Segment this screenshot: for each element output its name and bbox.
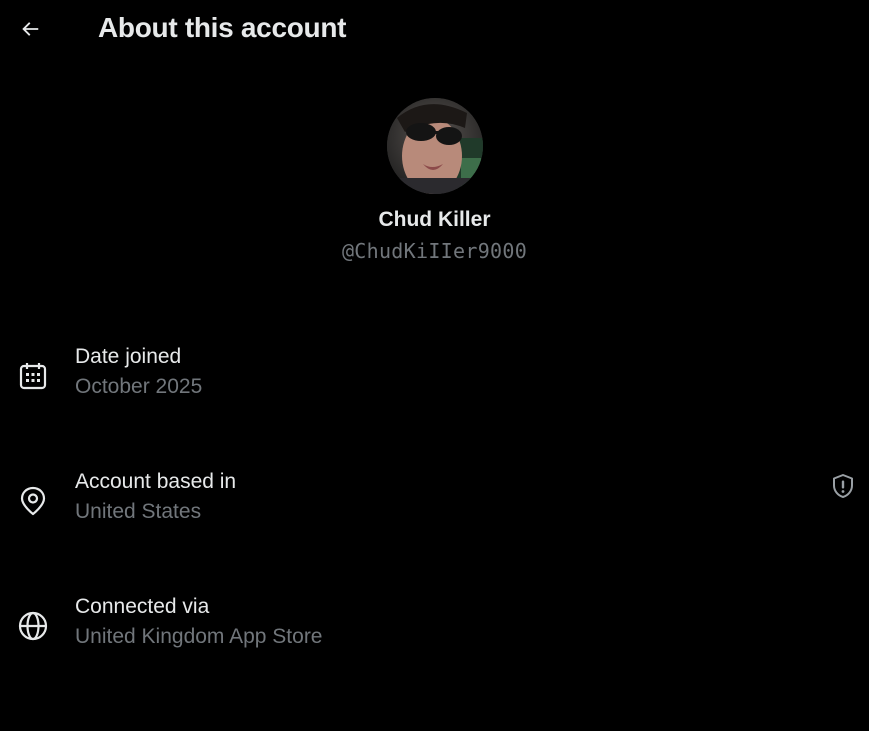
profile-photo <box>386 98 483 194</box>
detail-row-account-based-in: Account based in United States <box>0 470 869 540</box>
calendar-icon <box>17 360 49 392</box>
location-pin-icon <box>17 485 49 517</box>
username-handle: @ChudKiIIer9000 <box>341 239 528 263</box>
arrow-left-icon <box>22 22 39 36</box>
detail-value: October 2025 <box>75 375 203 398</box>
page-title: About this account <box>98 12 347 43</box>
header: About this account <box>0 0 869 60</box>
back-button[interactable] <box>12 11 48 47</box>
detail-label: Connected via <box>75 595 210 618</box>
detail-row-connected-via: Connected via United Kingdom App Store <box>0 595 869 665</box>
avatar[interactable] <box>386 98 483 194</box>
detail-label: Account based in <box>75 470 237 493</box>
about-account-page: About this account Chud Killer @ChudKiII… <box>0 0 869 731</box>
detail-label: Date joined <box>75 345 182 368</box>
globe-icon <box>17 610 49 642</box>
detail-row-date-joined: Date joined October 2025 <box>0 345 869 415</box>
shield-alert-icon[interactable] <box>830 473 856 499</box>
profile-summary: Chud Killer @ChudKiIIer9000 <box>0 98 869 263</box>
detail-value: United Kingdom App Store <box>75 625 323 648</box>
detail-value: United States <box>75 500 202 523</box>
display-name: Chud Killer <box>378 208 491 231</box>
